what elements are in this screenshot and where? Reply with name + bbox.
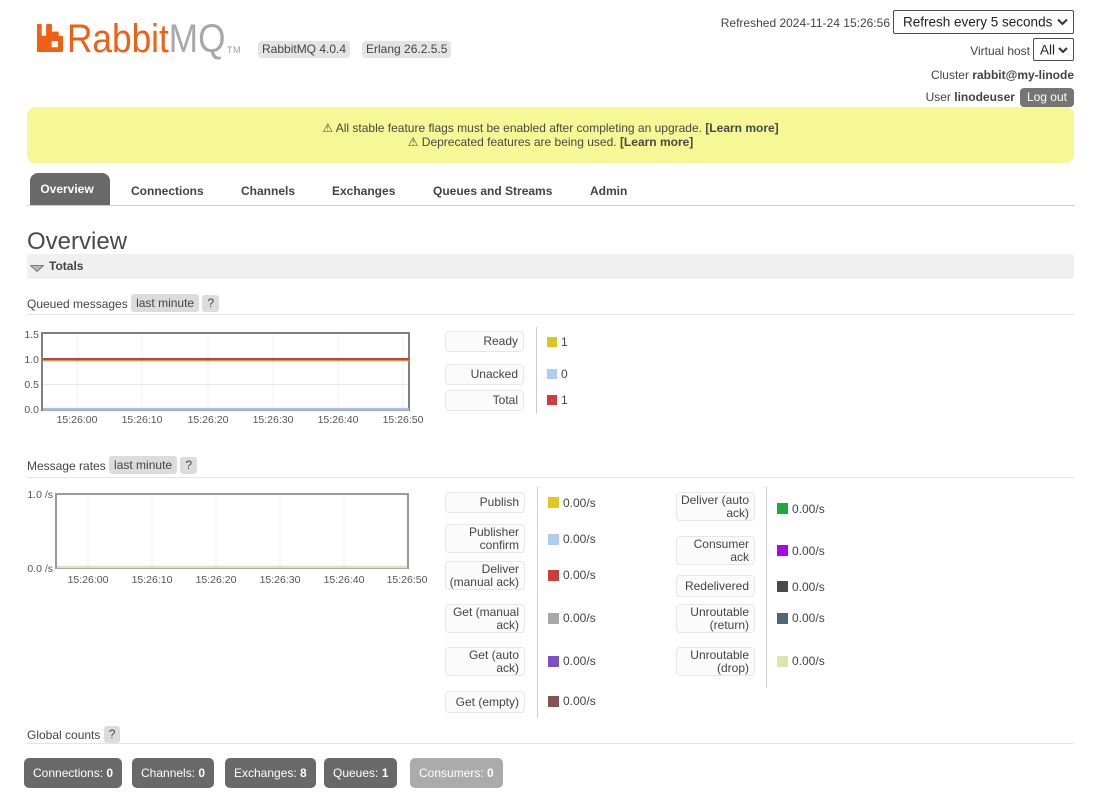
svg-text:15:26:30: 15:26:30	[260, 574, 301, 586]
svg-text:15:26:00: 15:26:00	[68, 574, 109, 586]
svg-text:0.5: 0.5	[24, 379, 39, 391]
svg-text:15:26:20: 15:26:20	[196, 574, 237, 586]
svg-text:0.0 /s: 0.0 /s	[27, 563, 53, 575]
svg-text:15:26:50: 15:26:50	[383, 414, 424, 426]
svg-text:15:26:40: 15:26:40	[324, 574, 365, 586]
svg-text:15:26:00: 15:26:00	[57, 414, 98, 426]
svg-text:15:26:40: 15:26:40	[318, 414, 359, 426]
svg-text:1.0: 1.0	[24, 354, 39, 366]
svg-text:15:26:50: 15:26:50	[387, 574, 428, 586]
svg-text:15:26:20: 15:26:20	[188, 414, 229, 426]
svg-text:15:26:10: 15:26:10	[132, 574, 173, 586]
svg-text:1.0 /s: 1.0 /s	[27, 489, 53, 501]
svg-text:0.0: 0.0	[24, 404, 39, 416]
svg-text:1.5: 1.5	[24, 329, 39, 341]
svg-text:15:26:10: 15:26:10	[122, 414, 163, 426]
svg-text:15:26:30: 15:26:30	[253, 414, 294, 426]
